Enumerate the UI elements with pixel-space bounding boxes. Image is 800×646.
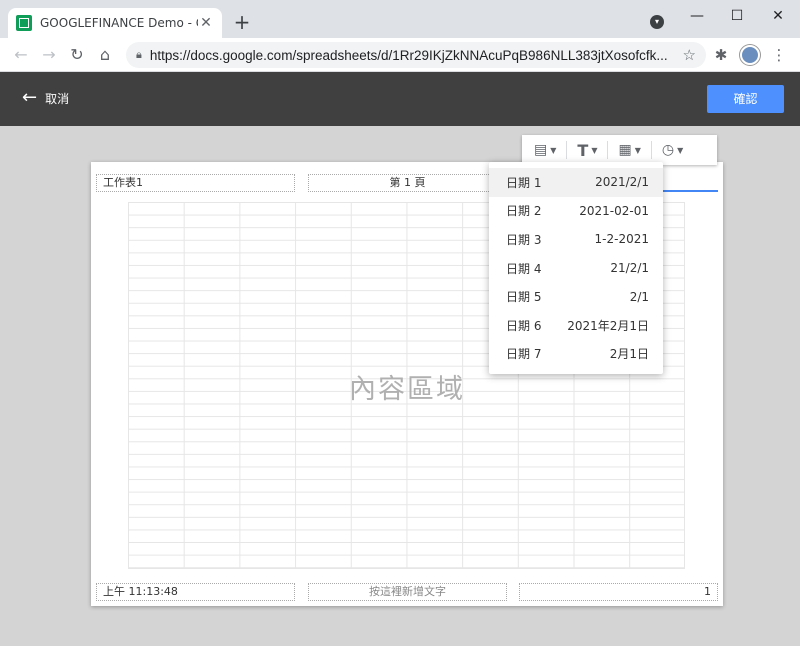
- clock-icon: ◷: [661, 142, 675, 158]
- lock-icon: 🔒︎: [136, 48, 142, 61]
- reload-icon[interactable]: ↻: [66, 44, 88, 66]
- confirm-button[interactable]: 確認: [707, 85, 784, 113]
- app-header: ← 取消 確認: [0, 72, 800, 126]
- chevron-down-icon: ▼: [550, 145, 557, 155]
- new-tab-button[interactable]: +: [232, 12, 252, 32]
- header-format-toolbar: ▤ ▼ T ▼ ▦ ▼ ◷ ▼: [522, 135, 717, 165]
- menu-item-label: 日期 6: [506, 318, 542, 333]
- header-center-field[interactable]: 第 1 頁: [308, 174, 507, 192]
- menu-item-value: 2/1: [629, 289, 649, 304]
- close-window-button[interactable]: ✕: [768, 6, 788, 26]
- extensions-puzzle-icon[interactable]: ✱: [710, 44, 732, 66]
- chevron-down-icon: ▼: [591, 145, 598, 155]
- menu-item-value: 2021年2月1日: [567, 318, 649, 333]
- address-bar[interactable]: 🔒︎ https://docs.google.com/spreadsheets/…: [126, 42, 706, 68]
- toolbar-divider: [650, 141, 652, 159]
- back-arrow-icon[interactable]: ←: [10, 44, 32, 66]
- menu-item-label: 日期 7: [506, 347, 542, 362]
- cancel-button[interactable]: ← 取消: [22, 89, 69, 107]
- footer-center-field[interactable]: 按這裡新增文字: [308, 583, 507, 601]
- time-format-button[interactable]: ◷ ▼: [656, 138, 689, 162]
- menu-item-date-7[interactable]: 日期 7 2月1日: [489, 340, 663, 369]
- back-arrow-icon: ←: [22, 87, 38, 108]
- home-icon[interactable]: ⌂: [94, 44, 116, 66]
- calendar-icon: ▦: [618, 142, 632, 158]
- bookmark-star-icon[interactable]: ☆: [683, 46, 696, 64]
- footer-left-field[interactable]: 上午 11:13:48: [96, 583, 295, 601]
- browser-tab[interactable]: GOOGLEFINANCE Demo - Goo ✕: [8, 8, 222, 38]
- menu-item-label: 日期 2: [506, 204, 542, 219]
- menu-item-label: 日期 3: [506, 232, 542, 247]
- date-format-menu: 日期 1 2021/2/1 日期 2 2021-02-01 日期 3 1-2-2…: [489, 162, 663, 374]
- header-left-field[interactable]: 工作表1: [96, 174, 295, 192]
- menu-item-date-2[interactable]: 日期 2 2021-02-01: [489, 197, 663, 226]
- toolbar-divider: [566, 141, 568, 159]
- menu-item-value: 2021/2/1: [595, 175, 649, 190]
- tab-search-icon[interactable]: ▾: [650, 15, 664, 29]
- chevron-down-icon: ▼: [634, 145, 641, 155]
- page-number-icon: ▤: [534, 142, 548, 158]
- tab-title: GOOGLEFINANCE Demo - Goo: [40, 16, 198, 30]
- menu-item-label: 日期 4: [506, 261, 542, 276]
- menu-item-date-1[interactable]: 日期 1 2021/2/1: [489, 168, 663, 197]
- menu-item-value: 2月1日: [609, 347, 649, 362]
- forward-arrow-icon[interactable]: →: [38, 44, 60, 66]
- chevron-down-icon: ▼: [677, 145, 684, 155]
- minimize-button[interactable]: —: [687, 6, 707, 26]
- url-text: https://docs.google.com/spreadsheets/d/1…: [149, 47, 668, 63]
- page-number-button[interactable]: ▤ ▼: [528, 138, 562, 162]
- menu-item-value: 1-2-2021: [594, 232, 649, 247]
- date-format-button[interactable]: ▦ ▼: [612, 138, 646, 162]
- browser-toolbar: ← → ↻ ⌂ 🔒︎ https://docs.google.com/sprea…: [0, 38, 800, 72]
- text-format-icon: T: [577, 140, 589, 160]
- menu-item-label: 日期 1: [506, 175, 542, 190]
- menu-item-value: 21/2/1: [610, 261, 649, 276]
- menu-item-value: 2021-02-01: [579, 203, 649, 218]
- browser-menu-icon[interactable]: ⋮: [768, 44, 790, 66]
- tab-close-icon[interactable]: ✕: [198, 15, 214, 31]
- menu-item-date-5[interactable]: 日期 5 2/1: [489, 282, 663, 311]
- cancel-label: 取消: [45, 91, 70, 106]
- maximize-button[interactable]: ☐: [727, 6, 747, 26]
- text-format-button[interactable]: T ▼: [571, 138, 603, 162]
- profile-avatar[interactable]: [740, 45, 760, 65]
- sheets-favicon-icon: [16, 15, 32, 31]
- menu-item-date-6[interactable]: 日期 6 2021年2月1日: [489, 311, 663, 340]
- menu-item-date-4[interactable]: 日期 4 21/2/1: [489, 254, 663, 283]
- tab-strip: GOOGLEFINANCE Demo - Goo ✕ + ▾ — ☐ ✕: [0, 0, 800, 38]
- footer-right-field[interactable]: 1: [519, 583, 718, 601]
- menu-item-label: 日期 5: [506, 290, 542, 305]
- menu-item-date-3[interactable]: 日期 3 1-2-2021: [489, 225, 663, 254]
- toolbar-divider: [607, 141, 609, 159]
